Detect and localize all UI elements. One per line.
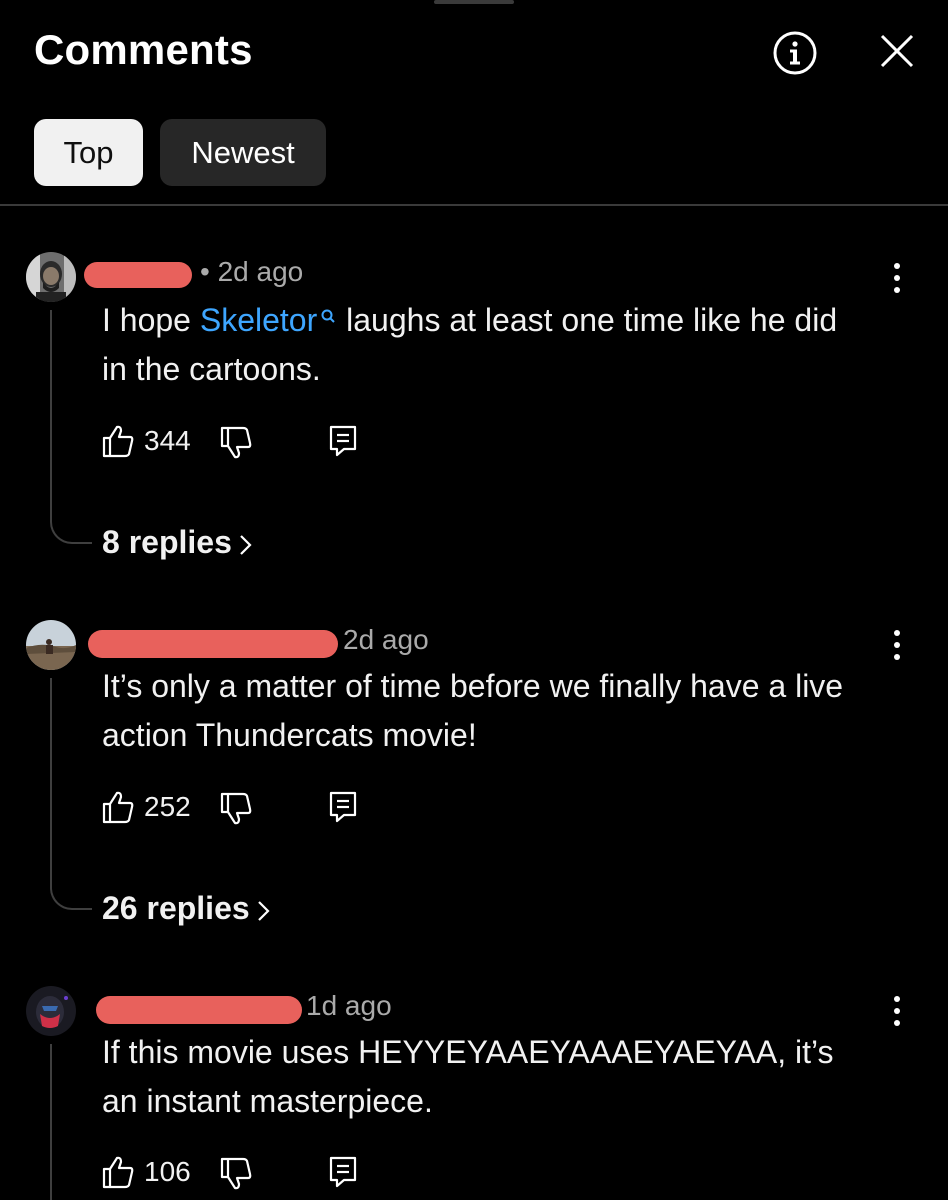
like-count: 252 xyxy=(144,791,191,822)
thumbs-up-icon[interactable] xyxy=(102,1155,134,1189)
comment-timestamp: • 2d ago xyxy=(200,256,304,287)
chevron-right-icon xyxy=(257,900,270,921)
replies-label: 8 replies xyxy=(102,524,232,560)
like-count: 344 xyxy=(144,425,191,456)
avatar[interactable] xyxy=(26,252,76,302)
comment-timestamp: 2d ago xyxy=(343,624,429,655)
thread-line xyxy=(50,678,92,910)
more-vert-icon[interactable] xyxy=(884,625,910,665)
thumbs-down-icon[interactable] xyxy=(220,792,252,826)
close-icon[interactable] xyxy=(876,30,918,72)
sort-chip-newest[interactable]: Newest xyxy=(160,119,326,186)
comment-actions: 252 xyxy=(102,790,402,830)
sort-chip-newest-label: Newest xyxy=(191,134,295,170)
reply-icon[interactable] xyxy=(328,790,358,824)
link-label: Skeletor xyxy=(199,302,318,338)
thumbs-up-icon[interactable] xyxy=(102,790,134,824)
reply-icon[interactable] xyxy=(328,424,358,458)
thread-line xyxy=(50,310,92,544)
skeletor-search-link[interactable]: Skeletor xyxy=(200,302,337,338)
more-vert-icon[interactable] xyxy=(884,991,910,1031)
reply-icon[interactable] xyxy=(328,1155,358,1189)
comment-text: I hope Skeletor laughs at least one time… xyxy=(102,296,862,394)
info-icon[interactable] xyxy=(772,30,818,76)
view-replies-button[interactable]: 26 replies xyxy=(102,890,272,927)
comments-panel: Comments Top Newest • 2d ago I hope Skel… xyxy=(0,0,948,1200)
search-icon xyxy=(319,296,337,323)
thread-line xyxy=(50,1044,52,1200)
redacted-username xyxy=(88,630,338,658)
comment-actions: 106 xyxy=(102,1155,402,1195)
comment-text: It’s only a matter of time before we fin… xyxy=(102,668,844,753)
thumbs-down-icon[interactable] xyxy=(220,426,252,460)
page-title: Comments xyxy=(34,26,253,73)
avatar[interactable] xyxy=(26,620,76,670)
avatar[interactable] xyxy=(26,986,76,1036)
comment-text-start: I hope xyxy=(102,302,200,338)
comment-actions: 344 xyxy=(102,424,402,464)
thumbs-up-icon[interactable] xyxy=(102,424,134,458)
redacted-username xyxy=(84,262,192,288)
more-vert-icon[interactable] xyxy=(884,258,910,298)
redacted-username xyxy=(96,996,302,1024)
sort-chip-top[interactable]: Top xyxy=(34,119,143,186)
comment-text: If this movie uses HEYYEYAAEYAAAEYAEYAA,… xyxy=(102,1034,834,1119)
header-divider xyxy=(0,204,948,206)
comment-timestamp: 1d ago xyxy=(306,990,392,1021)
thumbs-down-icon[interactable] xyxy=(220,1157,252,1191)
sort-chip-top-label: Top xyxy=(63,134,114,170)
chevron-right-icon xyxy=(240,534,252,555)
replies-label: 26 replies xyxy=(102,890,250,926)
view-replies-button[interactable]: 8 replies xyxy=(102,524,254,561)
like-count: 106 xyxy=(144,1156,191,1187)
comments-header: Comments Top Newest xyxy=(0,0,948,206)
